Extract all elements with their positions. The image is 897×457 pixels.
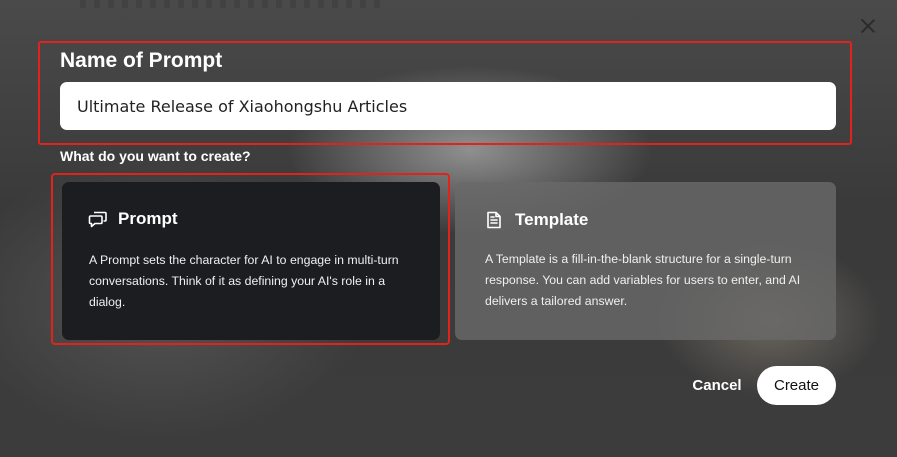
option-template-title: Template xyxy=(515,210,589,229)
create-question: What do you want to create? xyxy=(60,148,251,164)
option-template-card[interactable]: Template A Template is a fill-in-the-bla… xyxy=(455,182,836,340)
create-button[interactable]: Create xyxy=(757,366,836,405)
background-text-fade xyxy=(80,0,380,8)
create-prompt-dialog: Name of Prompt What do you want to creat… xyxy=(0,0,897,457)
selected-option-highlight xyxy=(51,173,450,345)
document-icon xyxy=(487,211,501,229)
close-icon[interactable] xyxy=(858,16,878,36)
prompt-name-input[interactable] xyxy=(60,82,836,130)
option-template-header: Template xyxy=(484,210,588,230)
name-label: Name of Prompt xyxy=(60,49,223,72)
cancel-button[interactable]: Cancel xyxy=(684,370,750,400)
option-template-description: A Template is a fill-in-the-blank struct… xyxy=(485,252,801,308)
